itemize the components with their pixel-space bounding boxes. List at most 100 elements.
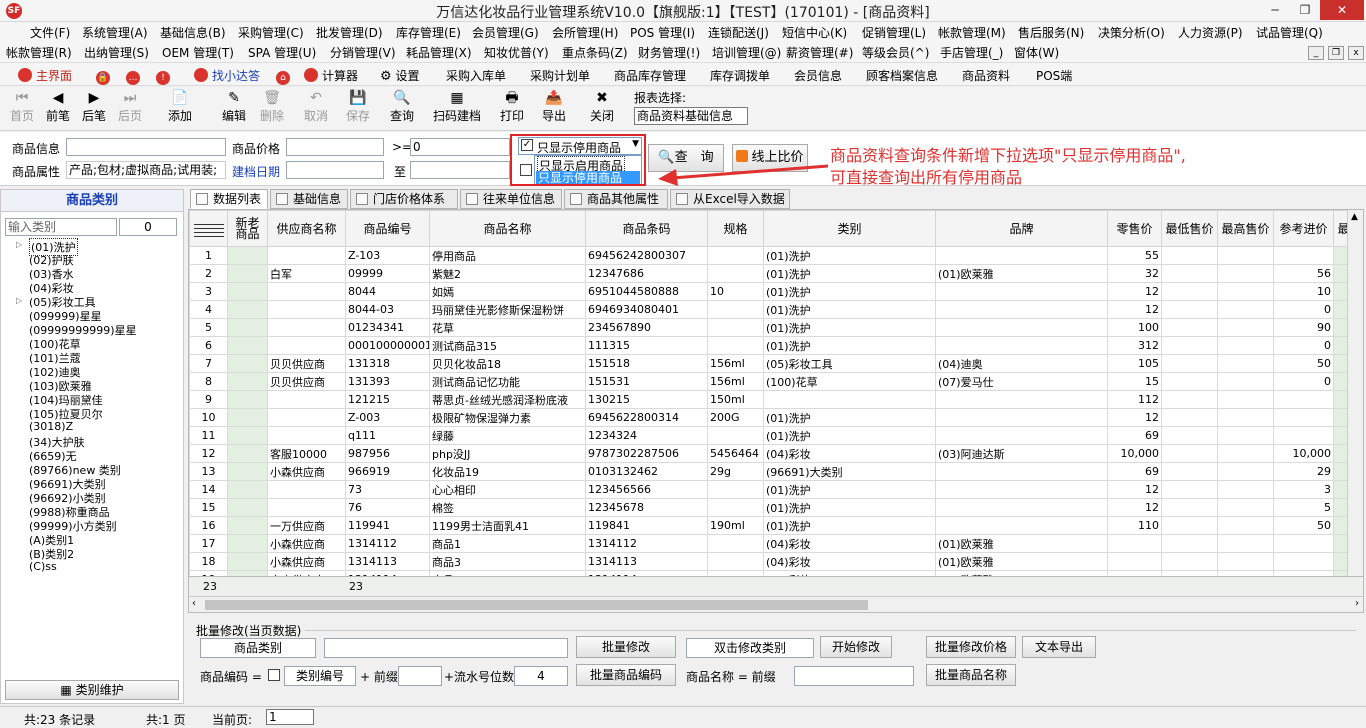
table-cell[interactable]: 商品3 <box>429 552 586 571</box>
table-cell[interactable] <box>227 336 268 355</box>
menu-item[interactable]: 售后服务(N) <box>1018 24 1084 41</box>
menu-item[interactable]: 试品管理(Q) <box>1256 24 1323 41</box>
chat-icon[interactable]: … <box>126 67 144 85</box>
table-row[interactable]: 10 Z-003 极限矿物保湿弹力素 6945622800314 200G (01)洗护 1… <box>189 408 1354 427</box>
table-cell[interactable] <box>1217 534 1274 553</box>
table-cell[interactable]: 1 <box>189 246 228 265</box>
table-cell[interactable]: 29g <box>707 462 764 481</box>
table-cell[interactable]: 200G <box>707 408 764 427</box>
table-cell[interactable]: 7 <box>189 354 228 373</box>
table-cell[interactable] <box>267 282 346 301</box>
table-cell[interactable]: 12 <box>1107 300 1162 319</box>
column-header[interactable]: 零售价 <box>1107 210 1162 247</box>
table-cell[interactable] <box>267 408 346 427</box>
table-cell[interactable] <box>1217 246 1274 265</box>
table-cell[interactable]: 1314112 <box>585 534 708 553</box>
table-cell[interactable] <box>1161 264 1218 283</box>
table-cell[interactable]: 极限矿物保湿弹力素 <box>429 408 586 427</box>
table-cell[interactable] <box>227 318 268 337</box>
close-button[interactable]: ✕ <box>1320 0 1364 20</box>
table-row[interactable]: 9 121215 蒂思贞-丝绒光感润泽粉底液 130215 150ml 112 <box>189 390 1354 409</box>
menu-item[interactable]: 连锁配送(J) <box>708 24 769 41</box>
table-cell[interactable] <box>1161 282 1218 301</box>
shield-icon[interactable]: ! <box>156 67 174 85</box>
table-cell[interactable]: 73 <box>345 480 430 499</box>
table-cell[interactable] <box>1217 264 1274 283</box>
table-cell[interactable] <box>1273 246 1334 265</box>
table-cell[interactable]: 紫魅2 <box>429 264 586 283</box>
table-cell[interactable]: 13 <box>189 462 228 481</box>
table-cell[interactable] <box>1217 336 1274 355</box>
table-cell[interactable]: (01)洗护 <box>763 282 936 301</box>
table-cell[interactable] <box>1273 552 1334 571</box>
table-cell[interactable]: 贝贝供应商 <box>267 372 346 391</box>
table-cell[interactable] <box>1217 408 1274 427</box>
table-cell[interactable]: Z-103 <box>345 246 430 265</box>
table-row[interactable]: 5 01234341 花草 234567890 (01)洗护 100 90 <box>189 318 1354 337</box>
table-cell[interactable]: 234567890 <box>585 318 708 337</box>
quick-link[interactable]: 商品资料 <box>962 67 1010 84</box>
table-cell[interactable]: 14 <box>189 480 228 499</box>
table-cell[interactable]: 151531 <box>585 372 708 391</box>
batch-code-button[interactable]: 批量商品编码 <box>576 664 676 686</box>
table-cell[interactable] <box>935 246 1108 265</box>
table-cell[interactable] <box>227 300 268 319</box>
house-icon[interactable]: ⌂ <box>276 67 294 85</box>
dblclick-category-field[interactable]: 双击修改类别 <box>686 638 814 658</box>
table-cell[interactable]: 商品1 <box>429 534 586 553</box>
table-cell[interactable]: 987956 <box>345 444 430 463</box>
table-cell[interactable] <box>935 498 1108 517</box>
table-cell[interactable] <box>707 498 764 517</box>
table-cell[interactable]: 32 <box>1107 264 1162 283</box>
table-cell[interactable]: 105 <box>1107 354 1162 373</box>
table-cell[interactable]: 客服10000 <box>267 444 346 463</box>
table-cell[interactable] <box>1161 552 1218 571</box>
table-cell[interactable]: 白军 <box>267 264 346 283</box>
table-cell[interactable]: (01)洗护 <box>763 318 936 337</box>
table-cell[interactable]: 12 <box>1107 408 1162 427</box>
category-maintain-button[interactable]: ▦ 类别维护 <box>5 680 179 700</box>
toolbar-button[interactable]: ▶ 后笔 <box>74 89 114 124</box>
table-cell[interactable] <box>1161 516 1218 535</box>
table-cell[interactable]: 9787302287506 <box>585 444 708 463</box>
mdi-close-icon[interactable]: x <box>1348 46 1364 60</box>
table-cell[interactable]: 6946934080401 <box>585 300 708 319</box>
table-row[interactable]: 17 小森供应商 1314112 商品1 1314112 (04)彩妆 (01)欧莱雅 <box>189 534 1354 553</box>
table-cell[interactable]: 151518 <box>585 354 708 373</box>
table-cell[interactable] <box>935 282 1108 301</box>
table-cell[interactable]: 15 <box>189 498 228 517</box>
table-row[interactable]: 8 贝贝供应商 131393 测试商品记忆功能 151531 156ml (100)花草 (0… <box>189 372 1354 391</box>
table-cell[interactable]: 小森供应商 <box>267 462 346 481</box>
table-cell[interactable]: 停用商品 <box>429 246 586 265</box>
table-cell[interactable]: 76 <box>345 498 430 517</box>
table-cell[interactable]: 50 <box>1273 516 1334 535</box>
menu-item[interactable]: 手店管理(_) <box>940 44 1003 61</box>
menu-item[interactable]: 耗品管理(X) <box>406 44 472 61</box>
table-cell[interactable] <box>1273 534 1334 553</box>
table-cell[interactable]: 4 <box>189 300 228 319</box>
scroll-up-icon[interactable]: ▲ <box>1351 212 1358 222</box>
menu-item[interactable]: 帐款管理(R) <box>6 44 72 61</box>
table-cell[interactable]: 5 <box>1273 498 1334 517</box>
menu-item[interactable]: SPA 管理(U) <box>248 44 316 61</box>
table-cell[interactable] <box>1161 390 1218 409</box>
table-cell[interactable]: 55 <box>1107 246 1162 265</box>
menu-item[interactable]: 促销管理(L) <box>862 24 926 41</box>
toolbar-button[interactable]: 📄 添加 <box>160 89 200 124</box>
table-cell[interactable] <box>1107 534 1162 553</box>
table-cell[interactable]: 10 <box>707 282 764 301</box>
menu-item[interactable]: POS 管理(I) <box>630 24 695 41</box>
table-cell[interactable]: 112 <box>1107 390 1162 409</box>
table-cell[interactable]: 1234324 <box>585 426 708 445</box>
table-cell[interactable] <box>1217 462 1274 481</box>
table-cell[interactable]: 12 <box>189 444 228 463</box>
table-cell[interactable]: (01)洗护 <box>763 516 936 535</box>
calculator-button[interactable]: 计算器 <box>304 67 358 84</box>
start-modify-button[interactable]: 开始修改 <box>820 636 892 658</box>
table-cell[interactable] <box>1217 354 1274 373</box>
column-header[interactable]: 参考进价 <box>1273 210 1334 247</box>
table-cell[interactable]: (04)迪奥 <box>935 354 1108 373</box>
quick-link[interactable]: 采购计划单 <box>530 67 590 84</box>
menu-item[interactable]: 等级会员(^) <box>862 44 929 61</box>
toolbar-button[interactable]: ◀ 前笔 <box>38 89 78 124</box>
